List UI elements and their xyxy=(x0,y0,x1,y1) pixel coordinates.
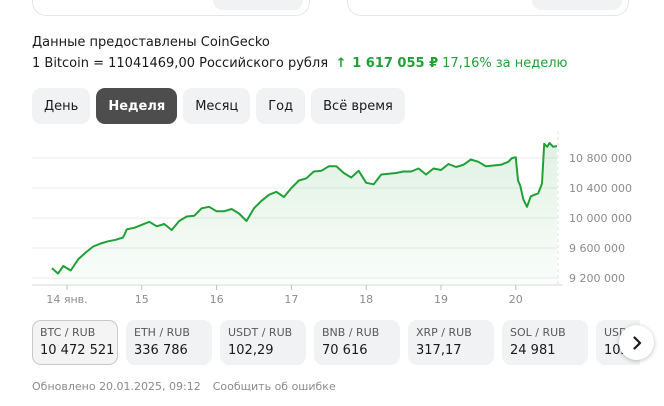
pair-name: XRP / RUB xyxy=(416,326,472,339)
period-all-time-button[interactable]: Всё время xyxy=(311,88,405,124)
y-tick-label: 10 000 000 xyxy=(569,212,632,225)
pair-name: ETH / RUB xyxy=(134,326,190,339)
pair-sol-rub[interactable]: SOL / RUB 24 981 xyxy=(502,320,588,365)
pair-eth-rub[interactable]: ETH / RUB 336 786 xyxy=(126,320,212,365)
pair-xrp-rub[interactable]: XRP / RUB 317,17 xyxy=(408,320,494,365)
top-card-right xyxy=(347,0,629,16)
updated-timestamp: Обновлено 20.01.2025, 09:12 xyxy=(32,380,201,393)
x-tick-label: 15 xyxy=(135,293,149,306)
y-tick-label: 10 800 000 xyxy=(569,152,632,165)
pair-bnb-rub[interactable]: BNB / RUB 70 616 xyxy=(314,320,400,365)
pair-name: SOL / RUB xyxy=(510,326,566,339)
rate-label: 1 Bitcoin = 11041469,00 Российского рубл… xyxy=(32,56,329,71)
y-tick-label: 9 600 000 xyxy=(569,242,625,255)
rate-change-value: 1 617 055 ₽ xyxy=(352,56,439,71)
rate-change-percent: 17,16% xyxy=(442,56,492,71)
rate-change-group: ↑ 1 617 055 ₽17,16% за неделю xyxy=(334,56,568,71)
report-error-link[interactable]: Сообщить об ошибке xyxy=(213,380,336,393)
y-tick-label: 9 200 000 xyxy=(569,272,625,285)
arrow-up-icon: ↑ xyxy=(335,56,347,71)
period-day-button[interactable]: День xyxy=(32,88,91,124)
price-chart[interactable]: 14 янв. 15 16 17 18 19 20 10 800 000 10 400 000 1… xyxy=(0,125,664,310)
period-month-button[interactable]: Месяц xyxy=(183,88,251,124)
x-tick-label: 19 xyxy=(434,293,448,306)
currency-pairs-strip: BTC / RUB 10 472 521 ETH / RUB 336 786 U… xyxy=(0,320,640,368)
x-tick-label: 18 xyxy=(359,293,373,306)
y-tick-label: 10 400 000 xyxy=(569,182,632,195)
pair-btc-rub[interactable]: BTC / RUB 10 472 521 xyxy=(32,320,118,365)
x-tick-label: 20 xyxy=(509,293,523,306)
top-card-right-inner xyxy=(532,0,622,10)
period-year-button[interactable]: Год xyxy=(256,88,306,124)
top-card-left-inner xyxy=(213,0,303,10)
chevron-right-icon xyxy=(632,335,641,350)
period-selector: День Неделя Месяц Год Всё время xyxy=(32,88,405,124)
data-source-text: Данные предоставлены CoinGecko xyxy=(32,35,270,50)
footer: Обновлено 20.01.2025, 09:12 Сообщить об о… xyxy=(32,380,336,393)
pair-value: 336 786 xyxy=(134,343,188,358)
pair-usdt-rub[interactable]: USDT / RUB 102,29 xyxy=(220,320,306,365)
x-tick-label: 17 xyxy=(284,293,298,306)
x-tick-label: 16 xyxy=(210,293,224,306)
pair-value: 24 981 xyxy=(510,343,556,358)
pair-value: 102,29 xyxy=(228,343,274,358)
rate-change-period: за неделю xyxy=(495,56,568,71)
pair-name: BTC / RUB xyxy=(40,326,96,339)
x-tick-label: 14 янв. xyxy=(46,293,87,306)
period-week-button[interactable]: Неделя xyxy=(96,88,178,124)
next-pairs-button[interactable] xyxy=(619,325,654,360)
pair-value: 317,17 xyxy=(416,343,462,358)
top-card-left xyxy=(32,0,310,16)
rate-line: 1 Bitcoin = 11041469,00 Российского рубл… xyxy=(32,56,567,71)
pair-value: 70 616 xyxy=(322,343,368,358)
pair-name: USDT / RUB xyxy=(228,326,293,339)
pair-name: BNB / RUB xyxy=(322,326,380,339)
pair-value: 10 472 521 xyxy=(40,343,115,358)
